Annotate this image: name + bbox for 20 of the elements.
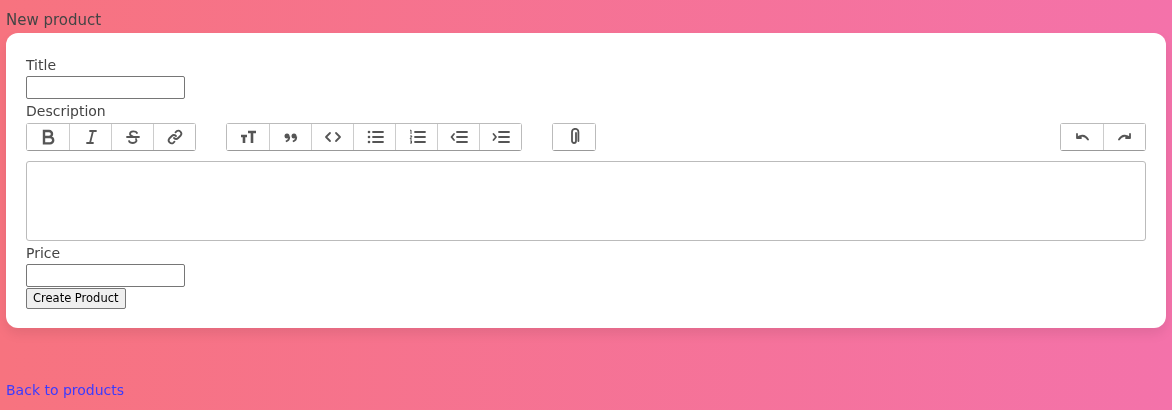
toolbar-button[interactable] [153,124,195,150]
undo-icon [1075,133,1089,141]
link-icon [165,128,184,146]
input-field[interactable] [26,76,185,99]
text-size-icon [239,128,257,146]
numbered-list-icon [407,128,426,146]
toolbar-button[interactable] [479,124,521,150]
field-label: Price [26,245,61,261]
field-label: Title [26,57,56,73]
toolbar-button[interactable] [1103,124,1145,150]
input-field[interactable] [26,264,185,287]
outdent-icon [449,128,468,146]
strikethrough-icon [123,128,142,146]
bulleted-list-icon [365,128,384,146]
indent-icon [491,128,510,146]
page-title: New product [6,10,102,28]
toolbar-button[interactable] [553,124,595,150]
create-button[interactable]: Create Product [26,288,126,310]
field-label: Description [26,103,106,119]
redo-icon [1118,133,1131,141]
